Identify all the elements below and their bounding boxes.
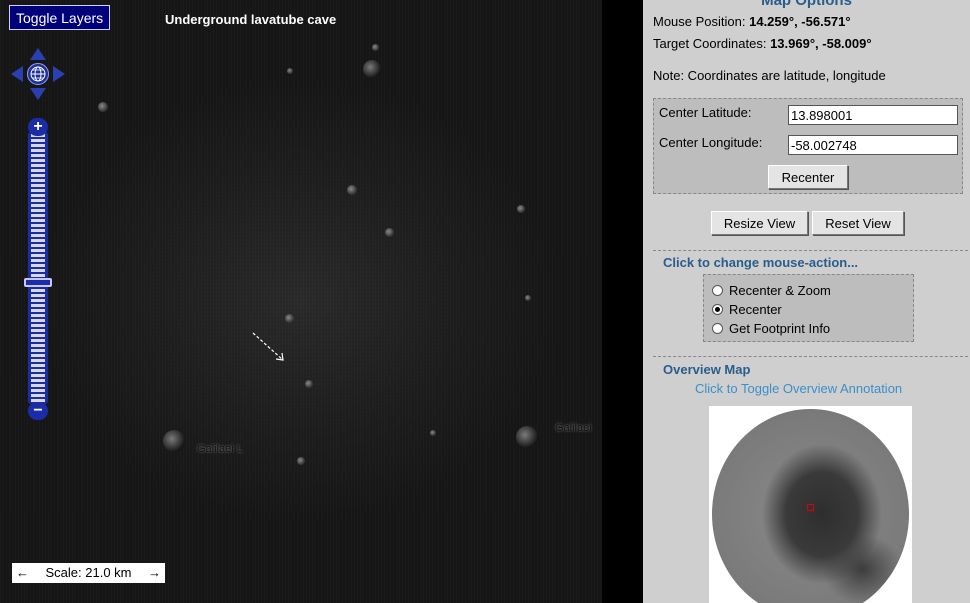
recenter-button[interactable]: Recenter xyxy=(768,165,848,189)
crater xyxy=(297,457,305,465)
scale-left-arrow-icon: ← xyxy=(16,565,29,580)
center-coordinates-box: Center Latitude: Center Longitude: Recen… xyxy=(653,98,963,194)
scale-bar: ← Scale: 21.0 km → xyxy=(12,563,165,583)
crater xyxy=(516,426,538,448)
zoom-slider-handle[interactable] xyxy=(24,278,52,287)
globe-home-icon[interactable] xyxy=(27,63,49,85)
crater xyxy=(517,205,525,213)
mouse-action-option[interactable]: Recenter & Zoom xyxy=(712,283,831,298)
crater xyxy=(363,60,381,78)
overview-location-marker xyxy=(807,504,814,511)
target-coordinates-value: 13.969°, -58.009° xyxy=(770,36,872,51)
radio-footprint-info[interactable] xyxy=(712,323,723,334)
crater xyxy=(163,430,185,452)
map-options-panel: Map Options Mouse Position: 14.259°, -56… xyxy=(643,0,970,603)
crater xyxy=(305,380,313,388)
crater xyxy=(287,68,293,74)
radio-label: Recenter xyxy=(729,302,782,317)
mouse-position-value: 14.259°, -56.571° xyxy=(749,14,851,29)
pan-up-icon[interactable] xyxy=(30,48,46,60)
radio-label: Get Footprint Info xyxy=(729,321,831,336)
zoom-out-icon[interactable]: − xyxy=(28,402,48,420)
crater xyxy=(347,185,357,195)
pan-down-icon[interactable] xyxy=(30,88,46,100)
crater xyxy=(285,314,294,323)
center-longitude-input[interactable] xyxy=(788,135,958,155)
mouse-action-heading[interactable]: Click to change mouse-action... xyxy=(663,255,858,270)
center-latitude-input[interactable] xyxy=(788,105,958,125)
zoom-in-icon[interactable]: + xyxy=(28,118,48,136)
pan-control xyxy=(11,48,65,100)
radio-recenter[interactable] xyxy=(712,304,723,315)
mouse-action-options: Recenter & Zoom Recenter Get Footprint I… xyxy=(703,274,914,342)
zoom-bar[interactable] xyxy=(28,132,48,404)
zoom-bar-ticks xyxy=(31,134,45,402)
crater xyxy=(372,44,379,51)
mouse-position-label: Mouse Position: xyxy=(653,14,750,29)
crater-label-galilaei-l: Galilaei L xyxy=(197,443,243,455)
divider xyxy=(653,250,968,251)
center-latitude-label: Center Latitude: xyxy=(659,105,752,120)
divider xyxy=(653,356,968,357)
mouse-position-readout: Mouse Position: 14.259°, -56.571° xyxy=(653,14,851,29)
toggle-layers-button[interactable]: Toggle Layers xyxy=(9,5,111,30)
target-coordinates-readout: Target Coordinates: 13.969°, -58.009° xyxy=(653,36,872,51)
radio-label: Recenter & Zoom xyxy=(729,283,831,298)
crater xyxy=(385,228,394,237)
panel-title: Map Options xyxy=(761,0,852,9)
crater xyxy=(430,430,436,436)
reset-view-button[interactable]: Reset View xyxy=(812,211,904,235)
target-coordinates-label: Target Coordinates: xyxy=(653,36,771,51)
mouse-action-option[interactable]: Get Footprint Info xyxy=(712,321,830,336)
map-title: Underground lavatube cave xyxy=(165,12,337,27)
crater-label-galilaei: Galilaei xyxy=(555,422,592,434)
toggle-overview-annotation-link[interactable]: Click to Toggle Overview Annotation xyxy=(695,381,902,396)
scale-text: Scale: 21.0 km xyxy=(45,565,132,580)
coordinates-note: Note: Coordinates are latitude, longitud… xyxy=(653,68,886,83)
radio-recenter-zoom[interactable] xyxy=(712,285,723,296)
center-longitude-label: Center Longitude: xyxy=(659,135,763,150)
map-viewport[interactable]: Toggle Layers Underground lavatube cave … xyxy=(0,0,602,603)
overview-map-heading: Overview Map xyxy=(663,362,751,377)
crater xyxy=(98,102,108,112)
pan-left-icon[interactable] xyxy=(11,66,23,82)
pan-right-icon[interactable] xyxy=(53,66,65,82)
resize-view-button[interactable]: Resize View xyxy=(711,211,808,235)
mouse-action-option[interactable]: Recenter xyxy=(712,302,782,317)
annotation-arrow-icon xyxy=(252,332,284,361)
map-surface-texture xyxy=(0,0,602,603)
crater xyxy=(525,295,531,301)
scale-right-arrow-icon: → xyxy=(148,565,161,580)
overview-map[interactable] xyxy=(709,406,912,603)
